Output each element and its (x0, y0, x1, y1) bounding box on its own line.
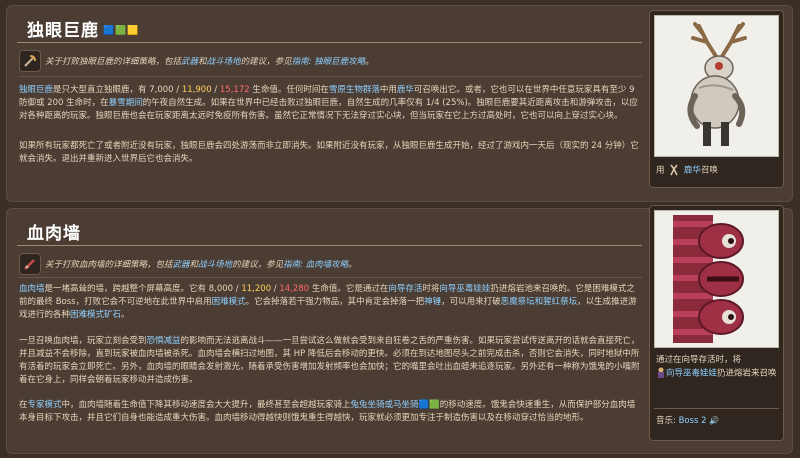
speaker-icon[interactable]: 🔊 (709, 416, 719, 425)
deerclops-guide-note: 关于打败独眼巨鹿的详细策略，包括武器和战斗场地的建议，参见指南: 独眼巨鹿攻略。 (19, 50, 642, 72)
wof-guide-note: 关于打败血肉墙的详细策略，包括武器和战斗场地的建议，参见指南: 血肉墙攻略。 (19, 253, 642, 275)
wof-name-link[interactable]: 血肉墙 (19, 284, 45, 294)
snow-biome-link[interactable]: 雪原生物群落 (329, 85, 380, 95)
deerclops-summon-caption: 用 鹿华召唤 (656, 163, 779, 178)
wof-mechanics-text: 一旦召唤血肉墙，玩家立刻会受到恐惧减益的影响而无法逃离战斗——一旦尝试这么做就会… (19, 336, 640, 385)
hardmode-ores-link[interactable]: 困难模式矿石 (70, 310, 121, 320)
arena-link[interactable]: 战斗场地 (207, 57, 241, 67)
pwnhammer-link[interactable]: 神锤 (424, 297, 441, 307)
weapons-link[interactable]: 武器 (173, 260, 190, 270)
wof-guide-link[interactable]: 指南: 血肉墙攻略 (283, 260, 348, 270)
deerclops-guide-link[interactable]: 指南: 独眼巨鹿攻略 (292, 57, 366, 67)
version-badges: 🟦🟩🟨 (103, 26, 140, 36)
wall-of-flesh-section: 血肉墙 关于打败血肉墙的详细策略，包括武器和战斗场地的建议，参见指南: 血肉墙攻… (6, 205, 793, 454)
wof-expert-text: 在专家模式中，血肉墙随着生命值下降其移动速度会大大提升，最终甚至会超越玩家骑上兔… (19, 400, 636, 423)
music-row: 音乐: Boss 2 🔊 (656, 414, 779, 428)
guide-alive-link[interactable]: 向导存活 (388, 284, 422, 294)
music-label: 音乐: (656, 416, 676, 426)
deerclops-description: 独眼巨鹿是只大型直立独眼鹿，有 7,000 / 11,900 / 15,172 … (19, 85, 638, 121)
music-track-link[interactable]: Boss 2 (679, 416, 707, 426)
pickaxe-icon (19, 50, 41, 72)
blizzard-link[interactable]: 暴雪期间 (109, 98, 143, 108)
altar-link[interactable]: 恶魔祭坛和猩红祭坛 (501, 297, 578, 307)
wof-header: 血肉墙 (17, 217, 642, 247)
deerclops-guide-text: 关于打败独眼巨鹿的详细策略，包括武器和战斗场地的建议，参见指南: 独眼巨鹿攻略。 (45, 57, 374, 67)
sword-icon (19, 253, 41, 275)
mount-link[interactable]: 兔兔坐骑或马坐骑 (351, 400, 419, 410)
deer-thing-icon (667, 163, 681, 177)
guide-voodoo-doll-link[interactable]: 向导巫毒娃娃 (666, 369, 717, 379)
divider (19, 76, 642, 77)
weapons-link[interactable]: 武器 (181, 57, 198, 67)
deer-thing-link[interactable]: 鹿华 (397, 85, 414, 95)
guide-voodoo-doll-link[interactable]: 向导巫毒娃娃 (439, 284, 490, 294)
deerclops-name-link[interactable]: 独眼巨鹿 (19, 85, 53, 95)
wof-summon-caption: 通过在向导存活时，将 向导巫毒娃娃扔进熔岩来召唤 (656, 355, 777, 379)
deerclops-section: 独眼巨鹿 🟦🟩🟨 关于打败独眼巨鹿的详细策略，包括武器和战斗场地的建议，参见指南:… (6, 5, 793, 202)
expert-mode-link[interactable]: 专家模式 (28, 400, 62, 410)
hardmode-link[interactable]: 困难模式 (212, 297, 246, 307)
wof-guide-text: 关于打败血肉墙的详细策略，包括武器和战斗场地的建议，参见指南: 血肉墙攻略。 (45, 260, 357, 270)
title-divider (17, 245, 642, 246)
wof-description: 血肉墙是一堵高耸的墙，跨越整个屏幕高度。它有 8,000 / 11,200 / … (19, 284, 637, 320)
title-divider (17, 42, 642, 43)
voodoo-doll-icon (656, 367, 666, 379)
wof-title: 血肉墙 (27, 224, 81, 244)
arena-link[interactable]: 战斗场地 (198, 260, 232, 270)
deerclops-title: 独眼巨鹿 🟦🟩🟨 (27, 21, 140, 41)
summon-item-link[interactable]: 鹿华 (684, 166, 701, 176)
deerclops-despawn-text: 如果所有玩家都死亡了或者附近没有玩家，独眼巨鹿会四处游荡而非立即消失。如果附近没… (19, 141, 639, 164)
wall-of-flesh-sprite-icon (673, 215, 744, 343)
divider (19, 277, 642, 278)
horrified-link[interactable]: 恐惧减益 (147, 336, 181, 346)
wof-image (654, 210, 779, 348)
wof-infobox: 通过在向导存活时，将 向导巫毒娃娃扔进熔岩来召唤 音乐: Boss 2 🔊 (649, 205, 784, 441)
divider (654, 408, 779, 409)
deerclops-header: 独眼巨鹿 🟦🟩🟨 (17, 14, 642, 44)
deerclops-infobox: 用 鹿华召唤 (649, 10, 784, 188)
deerclops-image (654, 15, 779, 157)
deerclops-sprite-icon (687, 22, 747, 146)
